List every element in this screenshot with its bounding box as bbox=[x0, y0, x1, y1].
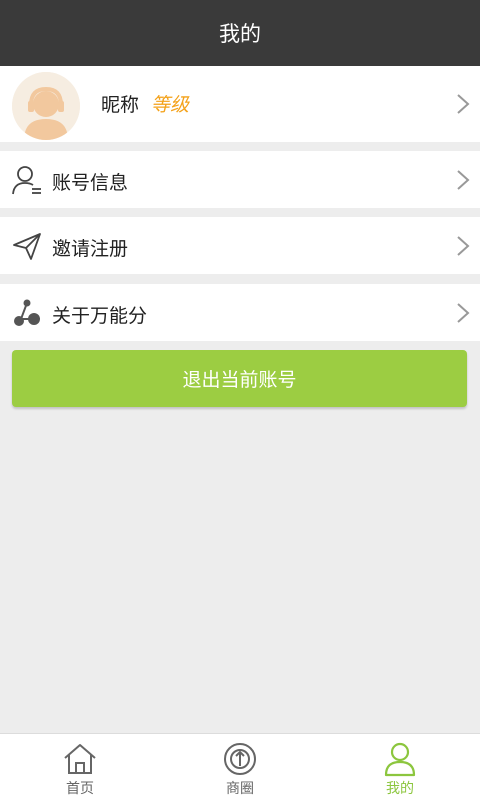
chevron-right-icon bbox=[457, 94, 470, 114]
tab-label-mine: 我的 bbox=[386, 781, 414, 797]
tab-business-circle[interactable]: 商圈 bbox=[160, 734, 320, 800]
profile-row[interactable]: 昵称 等级 bbox=[0, 66, 480, 142]
menu-item-account-info[interactable]: 账号信息 bbox=[0, 151, 480, 208]
page-title: 我的 bbox=[219, 22, 261, 46]
user-icon bbox=[12, 166, 41, 195]
bottom-tab-bar: 首页 商圈 我的 bbox=[0, 733, 480, 800]
top-header: 我的 bbox=[0, 0, 480, 66]
menu-label-account-info: 账号信息 bbox=[52, 172, 129, 194]
person-icon bbox=[384, 742, 416, 777]
nickname-label: 昵称 bbox=[101, 94, 140, 116]
tab-home[interactable]: 首页 bbox=[0, 734, 160, 800]
tab-label-home: 首页 bbox=[66, 781, 94, 797]
menu-label-about: 关于万能分 bbox=[52, 305, 148, 327]
tab-mine[interactable]: 我的 bbox=[320, 734, 480, 800]
chevron-right-icon bbox=[457, 303, 470, 323]
chevron-right-icon bbox=[457, 236, 470, 256]
menu-item-invite-register[interactable]: 邀请注册 bbox=[0, 217, 480, 274]
avatar-agent-icon bbox=[12, 72, 80, 140]
home-icon bbox=[64, 744, 96, 774]
logout-button[interactable]: 退出当前账号 bbox=[12, 350, 467, 407]
paper-plane-icon bbox=[13, 233, 41, 260]
share-nodes-icon bbox=[14, 299, 40, 326]
avatar bbox=[12, 72, 80, 140]
menu-label-invite-register: 邀请注册 bbox=[52, 238, 129, 260]
chevron-right-icon bbox=[457, 170, 470, 190]
tab-label-business-circle: 商圈 bbox=[226, 781, 254, 797]
circle-icon bbox=[224, 743, 256, 775]
menu-item-about[interactable]: 关于万能分 bbox=[0, 284, 480, 341]
level-label: 等级 bbox=[151, 94, 190, 116]
